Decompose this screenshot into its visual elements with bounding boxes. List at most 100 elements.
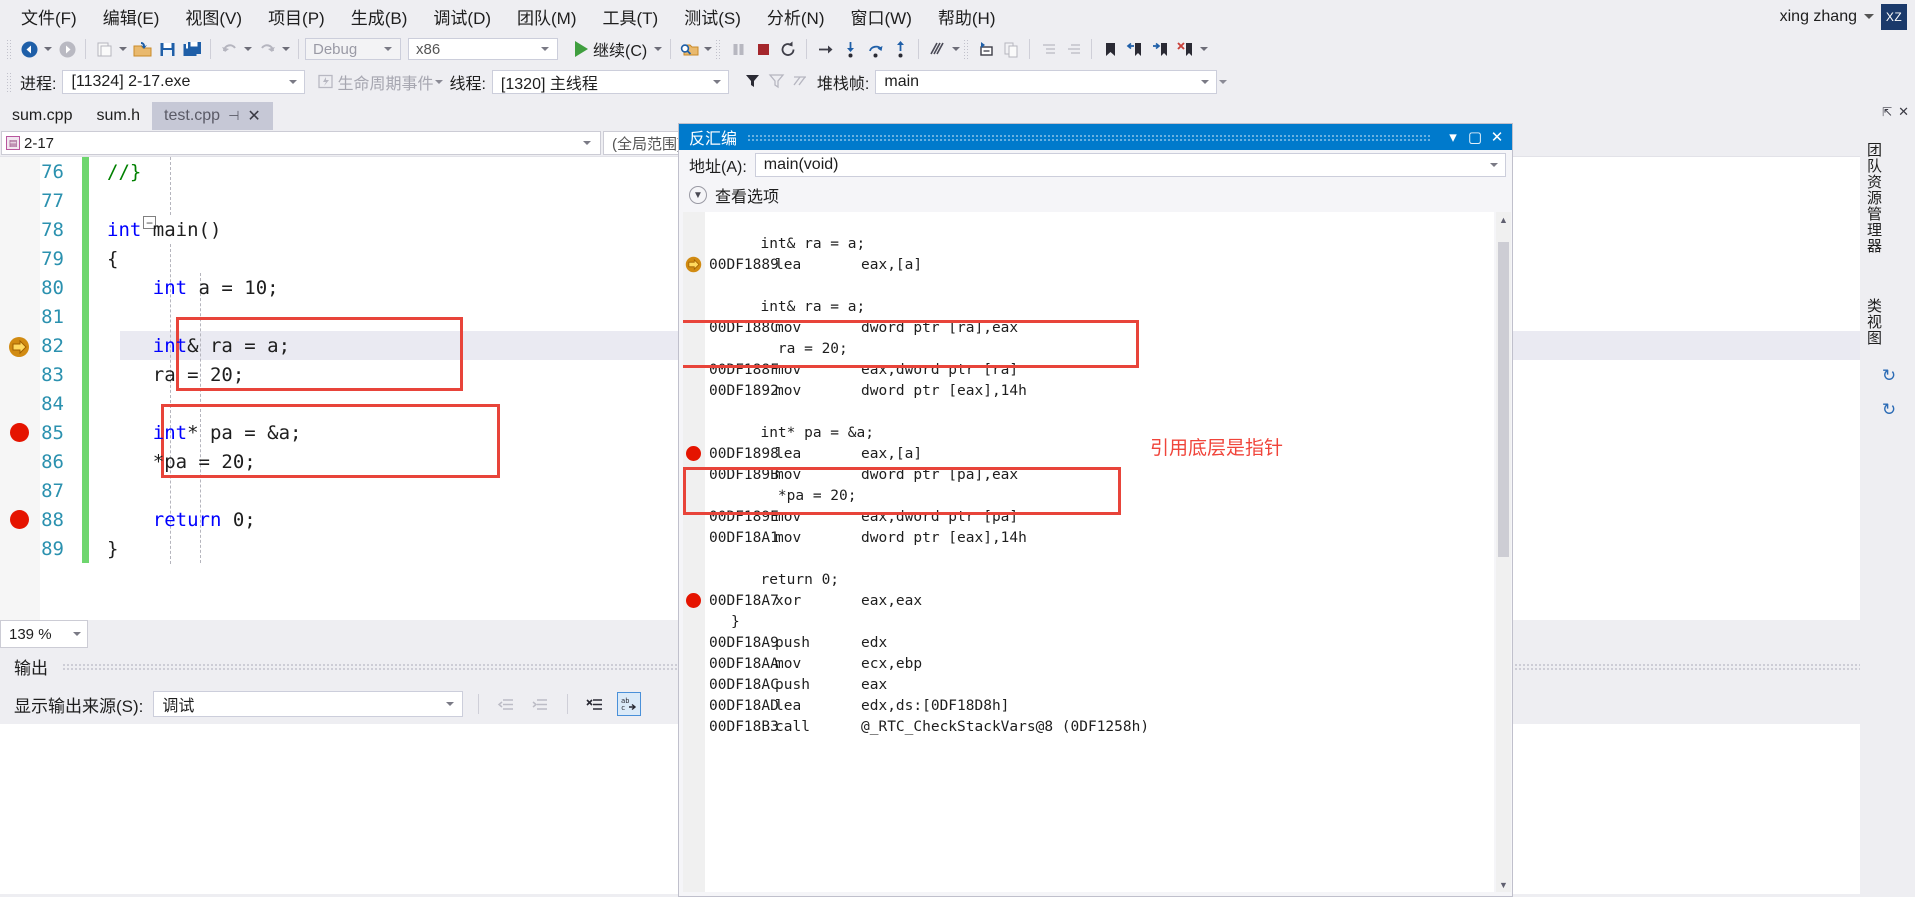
pin-icon[interactable]: ⊣: [228, 108, 239, 124]
lifecycle-events-icon[interactable]: [313, 70, 337, 94]
disassembly-code-area[interactable]: int& ra = a; 00DF1889 lea eax,[a] int& ra =…: [683, 212, 1494, 892]
tab-sum-cpp[interactable]: sum.cpp: [0, 102, 84, 130]
disassembly-instruction-line[interactable]: 00DF1889 lea eax,[a]: [683, 254, 1494, 275]
indent-icon[interactable]: [1036, 37, 1060, 61]
step-over-icon[interactable]: [863, 37, 887, 61]
continue-dropdown[interactable]: [652, 37, 664, 61]
go-to-next-message-icon[interactable]: [528, 692, 552, 716]
disassembly-source-line[interactable]: *pa = 20;: [683, 485, 1494, 506]
disassembly-instruction-line[interactable]: 00DF18B3 call @_RTC_CheckStackVars@8 (0DF1…: [683, 716, 1494, 737]
restart-icon[interactable]: [776, 37, 800, 61]
navigate-back-icon[interactable]: [17, 37, 41, 61]
address-combo[interactable]: main(void): [754, 153, 1506, 177]
chevron-down-icon[interactable]: ▼: [689, 186, 707, 204]
disassembly-instruction-line[interactable]: 00DF189E mov eax,dword ptr [pa]: [683, 506, 1494, 527]
find-icon[interactable]: [677, 37, 701, 61]
lifecycle-dropdown[interactable]: [433, 70, 445, 94]
close-icon[interactable]: ✕: [247, 106, 260, 126]
redo-dropdown[interactable]: [280, 37, 292, 61]
solution-platform-combo[interactable]: x86: [408, 38, 558, 60]
disassembly-source-line[interactable]: int& ra = a;: [683, 233, 1494, 254]
disassembly-source-line[interactable]: int* pa = &a;: [683, 422, 1494, 443]
disassembly-instruction-line[interactable]: 00DF188C mov dword ptr [ra],eax: [683, 317, 1494, 338]
navigate-back-dropdown[interactable]: [42, 37, 54, 61]
step-into-icon[interactable]: [838, 37, 862, 61]
undo-dropdown[interactable]: [242, 37, 254, 61]
next-bookmark-icon[interactable]: [1148, 37, 1172, 61]
step-out-icon[interactable]: [888, 37, 912, 61]
view-options-row[interactable]: ▼ 查看选项: [679, 180, 1512, 210]
disassembly-source-line[interactable]: return 0;: [683, 569, 1494, 590]
process-combo[interactable]: [11324] 2-17.exe: [62, 69, 306, 94]
zoom-level-combo[interactable]: 139 %: [0, 620, 88, 648]
disassembly-instruction-line[interactable]: 00DF18AC push eax: [683, 674, 1494, 695]
window-drag-dots[interactable]: [747, 133, 1432, 141]
menu-item-window[interactable]: 窗口(W): [838, 2, 925, 31]
toolbar-grip[interactable]: [6, 39, 13, 59]
restore-icon[interactable]: ⇱: [1882, 105, 1892, 119]
user-account-area[interactable]: xing zhang XZ: [1780, 0, 1907, 33]
open-file-icon[interactable]: [130, 37, 154, 61]
menu-item-view[interactable]: 视图(V): [172, 2, 255, 31]
tab-test-cpp[interactable]: test.cpp ⊣ ✕: [152, 102, 273, 130]
breakpoint-icon[interactable]: [686, 593, 701, 608]
save-icon[interactable]: [155, 37, 179, 61]
menu-item-file[interactable]: 文件(F): [8, 2, 90, 31]
menu-item-project[interactable]: 项目(P): [255, 2, 338, 31]
menu-item-team[interactable]: 团队(M): [504, 2, 589, 31]
disassembly-instruction-line[interactable]: 00DF189B mov dword ptr [pa],eax: [683, 464, 1494, 485]
scroll-up-icon[interactable]: ▲: [1496, 212, 1511, 227]
toolbar-grip[interactable]: [963, 39, 971, 59]
menu-item-tools[interactable]: 工具(T): [590, 2, 672, 31]
menu-item-debug[interactable]: 调试(D): [420, 2, 504, 31]
pause-icon[interactable]: [726, 37, 750, 61]
outdent-icon[interactable]: [1061, 37, 1085, 61]
disassembly-instruction-line[interactable]: 00DF18A1 mov dword ptr [eax],14h: [683, 527, 1494, 548]
filter-icon[interactable]: [741, 70, 765, 94]
solution-configuration-combo[interactable]: Debug: [305, 38, 401, 60]
close-icon[interactable]: ✕: [1898, 104, 1909, 120]
tab-sum-h[interactable]: sum.h: [84, 102, 152, 130]
go-to-previous-message-icon[interactable]: [494, 692, 518, 716]
project-scope-combo[interactable]: ▤ 2-17: [1, 131, 601, 155]
clear-bookmarks-icon[interactable]: [1173, 37, 1197, 61]
stop-icon[interactable]: [751, 37, 775, 61]
disassembly-instruction-line[interactable]: 00DF188F mov eax,dword ptr [ra]: [683, 359, 1494, 380]
save-all-icon[interactable]: [180, 37, 204, 61]
disassembly-source-line[interactable]: ra = 20;: [683, 338, 1494, 359]
toggle-word-wrap-icon[interactable]: ab c: [617, 692, 642, 716]
disassembly-source-line[interactable]: }: [683, 611, 1494, 632]
sidebar-item-class-view[interactable]: 类视图: [1863, 290, 1884, 354]
disassembly-instruction-line[interactable]: 00DF18A7 xor eax,eax: [683, 590, 1494, 611]
new-item-dropdown[interactable]: [117, 37, 129, 61]
flatten-icon[interactable]: [789, 70, 813, 94]
toolbar-grip[interactable]: [6, 71, 13, 92]
disassembly-source-line[interactable]: int& ra = a;: [683, 296, 1494, 317]
sync-icon[interactable]: ↻: [1877, 398, 1901, 422]
disassembly-instruction-line[interactable]: 00DF18AA mov ecx,ebp: [683, 653, 1494, 674]
menu-item-help[interactable]: 帮助(H): [925, 2, 1009, 31]
menu-item-build[interactable]: 生成(B): [338, 2, 421, 31]
window-menu-icon[interactable]: ▾: [1442, 127, 1464, 147]
disassembly-instruction-line[interactable]: 00DF1898 lea eax,[a]: [683, 443, 1494, 464]
context-overflow-icon[interactable]: [1217, 70, 1229, 94]
toolbar-grip[interactable]: [715, 39, 723, 59]
bookmarks-dropdown[interactable]: [1198, 37, 1210, 61]
show-next-statement-icon[interactable]: [813, 37, 837, 61]
undo-icon[interactable]: [217, 37, 241, 61]
disassembly-instruction-line[interactable]: 00DF1892 mov dword ptr [eax],14h: [683, 380, 1494, 401]
scrollbar-thumb[interactable]: [1498, 242, 1509, 557]
threads-icon[interactable]: [925, 37, 949, 61]
prev-bookmark-icon[interactable]: [1123, 37, 1147, 61]
redo-icon[interactable]: [255, 37, 279, 61]
close-icon[interactable]: ✕: [1486, 127, 1508, 147]
output-source-combo[interactable]: 调试: [153, 691, 464, 717]
breakpoint-icon[interactable]: [686, 446, 701, 461]
refresh-icon[interactable]: ↻: [1877, 364, 1901, 388]
menu-item-analyze[interactable]: 分析(N): [754, 2, 838, 31]
menu-item-edit[interactable]: 编辑(E): [90, 2, 173, 31]
threads-dropdown[interactable]: [950, 37, 962, 61]
stackframe-combo[interactable]: main: [875, 69, 1218, 94]
chevron-down-icon[interactable]: [1864, 14, 1874, 19]
new-item-icon[interactable]: [92, 37, 116, 61]
